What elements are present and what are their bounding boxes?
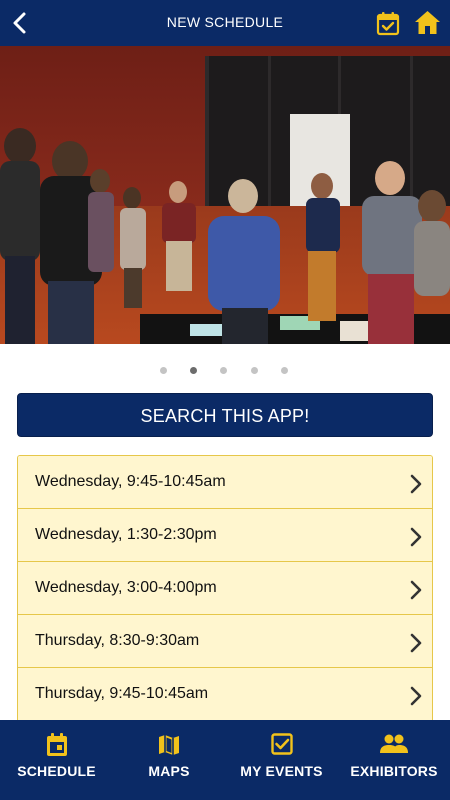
- list-item[interactable]: Wednesday, 3:00-4:00pm: [18, 562, 432, 615]
- tab-label: MY EVENTS: [240, 763, 323, 779]
- calendar-icon: [46, 733, 67, 756]
- list-item[interactable]: Thursday, 8:30-9:30am: [18, 615, 432, 668]
- checkbox-icon: [270, 733, 293, 755]
- tab-maps[interactable]: MAPS: [113, 720, 225, 800]
- carousel-pagination: [0, 364, 450, 378]
- search-app-button[interactable]: SEARCH THIS APP!: [17, 393, 433, 437]
- tab-label: MAPS: [148, 763, 190, 779]
- tab-label: EXHIBITORS: [350, 763, 438, 779]
- session-list: Wednesday, 9:45-10:45am Wednesday, 1:30-…: [17, 455, 433, 720]
- conference-photo-illustration: [0, 46, 450, 344]
- carousel-dot[interactable]: [281, 367, 288, 374]
- home-icon[interactable]: [414, 10, 441, 35]
- carousel-dot[interactable]: [160, 367, 167, 374]
- chevron-right-icon: [410, 474, 422, 494]
- carousel-dot[interactable]: [251, 367, 258, 374]
- chevron-right-icon: [410, 686, 422, 706]
- session-label: Wednesday, 3:00-4:00pm: [35, 579, 217, 596]
- chevron-right-icon: [410, 527, 422, 547]
- session-label: Thursday, 9:45-10:45am: [35, 685, 209, 702]
- carousel-dot-active[interactable]: [190, 367, 197, 374]
- map-icon: [159, 735, 179, 755]
- session-label: Wednesday, 1:30-2:30pm: [35, 526, 217, 543]
- list-item[interactable]: Thursday, 9:45-10:45am: [18, 668, 432, 720]
- calendar-check-icon[interactable]: [376, 11, 400, 36]
- carousel-dot[interactable]: [220, 367, 227, 374]
- carousel-photo[interactable]: [0, 46, 450, 344]
- tab-label: SCHEDULE: [17, 763, 96, 779]
- session-label: Thursday, 8:30-9:30am: [35, 632, 200, 649]
- bottom-tab-bar: SCHEDULE MAPS MY EVENTS EXHIBITORS: [0, 720, 450, 800]
- tab-my-events[interactable]: MY EVENTS: [225, 720, 338, 800]
- session-label: Wednesday, 9:45-10:45am: [35, 473, 226, 490]
- people-icon: [380, 734, 408, 753]
- tab-schedule[interactable]: SCHEDULE: [0, 720, 113, 800]
- chevron-right-icon: [410, 580, 422, 600]
- tab-exhibitors[interactable]: EXHIBITORS: [338, 720, 450, 800]
- list-item[interactable]: Wednesday, 1:30-2:30pm: [18, 509, 432, 562]
- list-item[interactable]: Wednesday, 9:45-10:45am: [18, 456, 432, 509]
- app-header: NEW SCHEDULE: [0, 0, 450, 46]
- chevron-right-icon: [410, 633, 422, 653]
